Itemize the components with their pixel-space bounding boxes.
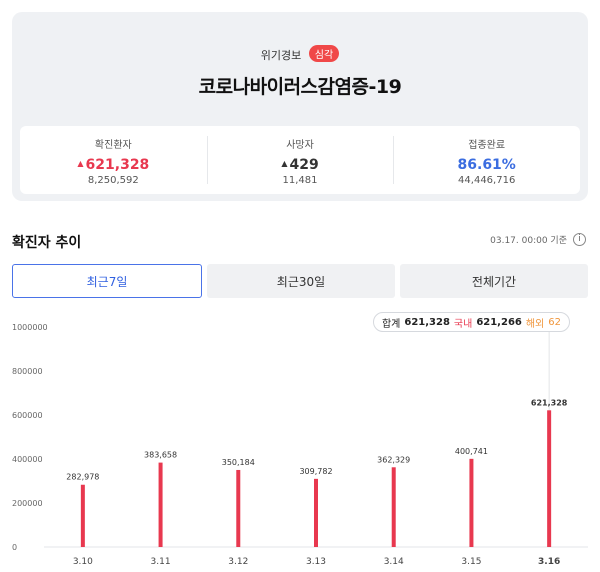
section-title: 확진자 추이 [12,235,82,251]
update-info: 03.17. 00:00 기준 i [490,233,586,246]
y-tick-label: 1000000 [12,323,48,332]
bar [158,462,163,547]
data-label: 400,741 [455,447,488,456]
alert-label: 위기경보 [260,49,302,62]
tooltip-overseas-label: 해외 [525,318,545,330]
bar [80,484,85,547]
bar [236,469,241,547]
data-label: 362,329 [377,455,410,464]
tooltip-domestic-value: 621,266 [476,316,522,328]
period-tabs: 최근7일 최근30일 전체기간 [12,264,588,298]
y-tick-label: 400000 [12,455,43,464]
x-tick-label: 3.16 [538,557,560,567]
stat-confirmed-value: ▲ 621,328 [20,157,207,173]
tooltip-overseas-value: 62 [548,316,561,328]
page-title: 코로나바이러스감염증-19 [198,76,402,98]
data-label: 350,184 [222,458,255,467]
tooltip-total-label: 합계 [381,318,401,330]
y-tick-label: 800000 [12,367,43,376]
update-timestamp: 03.17. 00:00 기준 [490,236,567,246]
bar [314,478,318,547]
tab-7days[interactable]: 최근7일 [12,264,202,298]
stat-vaccinated: 접종완료 86.61% 44,446,716 [393,126,580,194]
stat-deaths-total: 11,481 [282,175,318,186]
x-tick-label: 3.14 [384,557,404,567]
stat-confirmed-number: 621,328 [85,157,150,173]
data-label: 309,782 [299,467,332,476]
tooltip-total-value: 621,328 [404,316,450,328]
y-tick-label: 200000 [12,499,43,508]
x-tick-label: 3.15 [461,557,481,567]
stat-confirmed-label: 확진환자 [94,140,132,151]
stat-deaths-label: 사망자 [286,140,314,151]
stat-deaths: 사망자 ▲ 429 11,481 [206,126,394,194]
x-tick-label: 3.10 [73,557,93,567]
tab-30days[interactable]: 최근30일 [207,264,395,298]
stat-deaths-value: ▲ 429 [207,157,394,173]
data-label: 621,328 [531,398,568,407]
bar [547,410,552,547]
y-tick-label: 600000 [12,411,43,420]
alert-badge: 심각 [308,45,340,62]
info-icon[interactable]: i [573,233,586,246]
x-tick-label: 3.13 [306,557,326,567]
x-tick-label: 3.12 [228,557,248,567]
stat-vaccinated-label: 접종완료 [468,140,506,151]
x-tick-label: 3.11 [151,557,171,567]
stat-vaccinated-total: 44,446,716 [458,175,516,186]
stats-box: 확진환자 ▲ 621,328 8,250,592 사망자 ▲ 429 11,481 … [20,126,580,194]
alert-level: 위기경보 심각 [12,45,588,63]
y-tick-label: 0 [12,543,17,552]
bar [391,467,396,547]
stat-confirmed-total: 8,250,592 [87,175,139,186]
up-arrow-icon: ▲ [281,159,288,168]
up-arrow-icon: ▲ [77,159,84,168]
tab-all[interactable]: 전체기간 [400,264,588,298]
daily-cases-chart: 0 200000 400000 600000 800000 1000000 282,978 3… [12,316,588,567]
data-label: 282,978 [66,473,99,482]
stat-vaccinated-value: 86.61% [457,157,516,173]
chart-tooltip: 합계 621,328 국내 621,266 해외 62 [372,312,570,332]
stat-deaths-number: 429 [289,157,319,173]
tooltip-domestic-label: 국내 [453,318,473,330]
covid-summary-card: 위기경보 심각 코로나바이러스감염증-19 확진환자 ▲ 621,328 8,25… [12,12,588,201]
bar [469,458,474,547]
data-label: 383,658 [144,451,177,460]
stat-confirmed: 확진환자 ▲ 621,328 8,250,592 [20,126,207,194]
